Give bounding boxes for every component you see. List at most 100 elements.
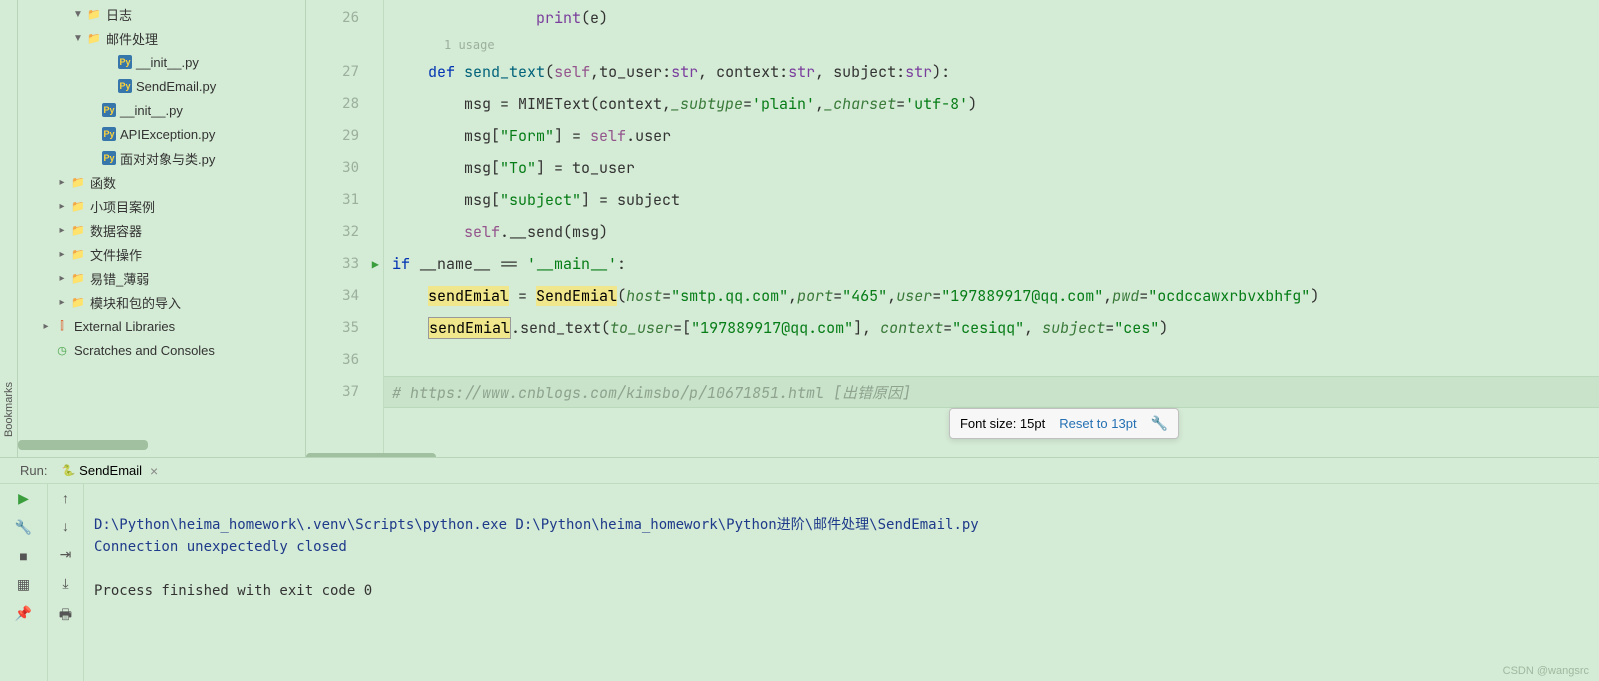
- tree-item[interactable]: ◷ Scratches and Consoles: [18, 338, 305, 362]
- run-body: ▶ 🔧 ■ ▦ 📌 ↑ ↓ ⇥ ⤓ 🖶 D:\Python\heima_home…: [0, 484, 1599, 681]
- code-line[interactable]: msg["Form"] = self.user: [384, 120, 1599, 152]
- bookmarks-strip[interactable]: Bookmarks: [0, 0, 18, 457]
- tree-item-label: External Libraries: [74, 319, 175, 334]
- run-icon[interactable]: ▶: [18, 490, 29, 507]
- wrench-icon[interactable]: 🔧: [15, 519, 32, 536]
- tree-item[interactable]: ▸📁文件操作: [18, 242, 305, 266]
- tree-item-label: 小项目案例: [90, 197, 155, 216]
- python-file-icon: Py: [102, 103, 116, 117]
- scratch-icon: ◷: [54, 342, 70, 358]
- reset-font-link[interactable]: Reset to 13pt: [1059, 416, 1136, 431]
- run-header: Run: 🐍 SendEmail ×: [0, 458, 1599, 484]
- code-area[interactable]: print(e)1 usage def send_text(self,to_us…: [384, 0, 1599, 457]
- python-file-icon: Py: [102, 151, 116, 165]
- library-icon: ⫿: [54, 318, 70, 334]
- folder-icon: 📁: [70, 294, 86, 310]
- tree-item[interactable]: ▸⫿ External Libraries: [18, 314, 305, 338]
- python-file-icon: Py: [118, 79, 132, 93]
- layout-icon[interactable]: ▦: [17, 576, 30, 593]
- tree-item-label: Scratches and Consoles: [74, 343, 215, 358]
- editor[interactable]: 2627282930313233▶34353637 print(e)1 usag…: [306, 0, 1599, 457]
- code-line[interactable]: msg["subject"] = subject: [384, 184, 1599, 216]
- chevron-icon[interactable]: ▼: [70, 9, 86, 20]
- tree-item[interactable]: ▸📁数据容器: [18, 218, 305, 242]
- chevron-icon[interactable]: ▸: [54, 297, 70, 308]
- close-icon[interactable]: ×: [150, 463, 158, 479]
- usage-hint[interactable]: 1 usage: [384, 34, 1599, 56]
- chevron-icon[interactable]: ▸: [54, 201, 70, 212]
- down-icon[interactable]: ↓: [62, 518, 69, 534]
- folder-icon: 📁: [70, 222, 86, 238]
- tree-item[interactable]: Py SendEmail.py: [18, 74, 305, 98]
- chevron-icon[interactable]: ▸: [54, 249, 70, 260]
- tree-item[interactable]: ▼📁日志: [18, 2, 305, 26]
- scrollbar-thumb[interactable]: [306, 453, 436, 457]
- code-line[interactable]: print(e): [384, 2, 1599, 34]
- line-number: 35: [306, 312, 383, 344]
- tree-item[interactable]: ▸📁易错_薄弱: [18, 266, 305, 290]
- watermark: CSDN @wangsrc: [1503, 665, 1589, 677]
- gutter: 2627282930313233▶34353637: [306, 0, 384, 457]
- code-line[interactable]: self.__send(msg): [384, 216, 1599, 248]
- project-tree[interactable]: ▼📁日志▼📁邮件处理Py__init__.pyPySendEmail.pyPy_…: [18, 0, 306, 457]
- tree-item-label: 面对对象与类.py: [120, 149, 215, 168]
- run-gutter-icon[interactable]: ▶: [372, 257, 379, 271]
- chevron-icon[interactable]: ▸: [54, 273, 70, 284]
- line-number: 36: [306, 344, 383, 376]
- run-panel: Run: 🐍 SendEmail × ▶ 🔧 ■ ▦ 📌 ↑ ↓ ⇥ ⤓ 🖶 D…: [0, 457, 1599, 681]
- python-file-icon: Py: [118, 55, 132, 69]
- tree-item-label: 函数: [90, 173, 116, 192]
- python-file-icon: Py: [102, 127, 116, 141]
- chevron-icon[interactable]: ▸: [54, 225, 70, 236]
- up-icon[interactable]: ↑: [62, 490, 69, 506]
- code-line[interactable]: sendEmial = SendEmial(host="smtp.qq.com"…: [384, 280, 1599, 312]
- line-number: 34: [306, 280, 383, 312]
- tree-item[interactable]: ▸📁模块和包的导入: [18, 290, 305, 314]
- code-line[interactable]: def send_text(self,to_user:str, context:…: [384, 56, 1599, 88]
- tree-item-label: 易错_薄弱: [90, 269, 149, 288]
- tree-item[interactable]: ▸📁函数: [18, 170, 305, 194]
- bookmarks-label: Bookmarks: [3, 382, 15, 437]
- wrench-icon[interactable]: 🔧: [1151, 415, 1168, 432]
- run-output[interactable]: D:\Python\heima_homework\.venv\Scripts\p…: [84, 484, 1599, 681]
- code-line[interactable]: msg = MIMEText(context,_subtype='plain',…: [384, 88, 1599, 120]
- chevron-icon[interactable]: ▼: [70, 33, 86, 44]
- pin-icon[interactable]: 📌: [15, 605, 32, 622]
- tree-item[interactable]: Py __init__.py: [18, 50, 305, 74]
- code-line[interactable]: # https://www.cnblogs.com/kimsbo/p/10671…: [384, 376, 1599, 408]
- folder-icon: 📁: [86, 30, 102, 46]
- tree-item-label: __init__.py: [120, 103, 183, 118]
- line-number: 33▶: [306, 248, 383, 280]
- tree-item-label: SendEmail.py: [136, 79, 216, 94]
- folder-icon: 📁: [70, 246, 86, 262]
- run-tab[interactable]: 🐍 SendEmail ×: [55, 461, 164, 481]
- folder-icon: 📁: [70, 174, 86, 190]
- tree-item[interactable]: ▸📁小项目案例: [18, 194, 305, 218]
- output-error: Connection unexpectedly closed: [94, 539, 347, 555]
- line-number: 28: [306, 88, 383, 120]
- run-label: Run:: [20, 463, 47, 478]
- tree-scrollbar[interactable]: [18, 440, 148, 450]
- code-line[interactable]: msg["To"] = to_user: [384, 152, 1599, 184]
- code-line[interactable]: sendEmial.send_text(to_user=["197889917@…: [384, 312, 1599, 344]
- tree-item[interactable]: PyAPIException.py: [18, 122, 305, 146]
- folder-icon: 📁: [70, 270, 86, 286]
- tree-item-label: 邮件处理: [106, 29, 158, 48]
- print-icon[interactable]: 🖶: [59, 604, 72, 628]
- chevron-icon[interactable]: ▸: [54, 177, 70, 188]
- wrap-icon[interactable]: ⇥: [60, 546, 72, 563]
- tree-item-label: 模块和包的导入: [90, 293, 181, 312]
- code-line[interactable]: if __name__ == '__main__':: [384, 248, 1599, 280]
- tree-item[interactable]: Py 面对对象与类.py: [18, 146, 305, 170]
- folder-icon: 📁: [70, 198, 86, 214]
- code-line[interactable]: [384, 344, 1599, 376]
- chevron-icon[interactable]: ▸: [38, 321, 54, 332]
- tree-item[interactable]: Py __init__.py: [18, 98, 305, 122]
- tree-item-label: __init__.py: [136, 55, 199, 70]
- line-number: 31: [306, 184, 383, 216]
- stop-icon[interactable]: ■: [19, 548, 27, 564]
- tree-item[interactable]: ▼📁邮件处理: [18, 26, 305, 50]
- font-size-text: Font size: 15pt: [960, 416, 1045, 431]
- line-number: 29: [306, 120, 383, 152]
- scroll-icon[interactable]: ⤓: [62, 575, 68, 592]
